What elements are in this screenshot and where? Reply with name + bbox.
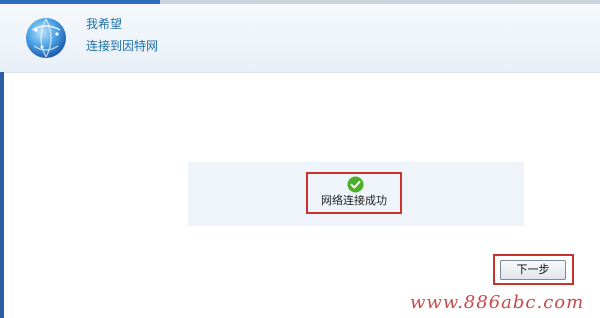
- wizard-subtitle: 连接到因特网: [86, 39, 159, 53]
- connection-success-message: 网络连接成功: [321, 194, 387, 207]
- wizard-header: 我希望 连接到因特网: [0, 4, 600, 73]
- globe-icon: [26, 18, 66, 58]
- wizard-title: 我希望: [86, 17, 123, 31]
- next-button[interactable]: 下一步: [500, 260, 566, 280]
- left-window-edge: [0, 72, 4, 318]
- checkmark-icon: [347, 176, 364, 193]
- watermark: www.886abc.com: [410, 292, 585, 313]
